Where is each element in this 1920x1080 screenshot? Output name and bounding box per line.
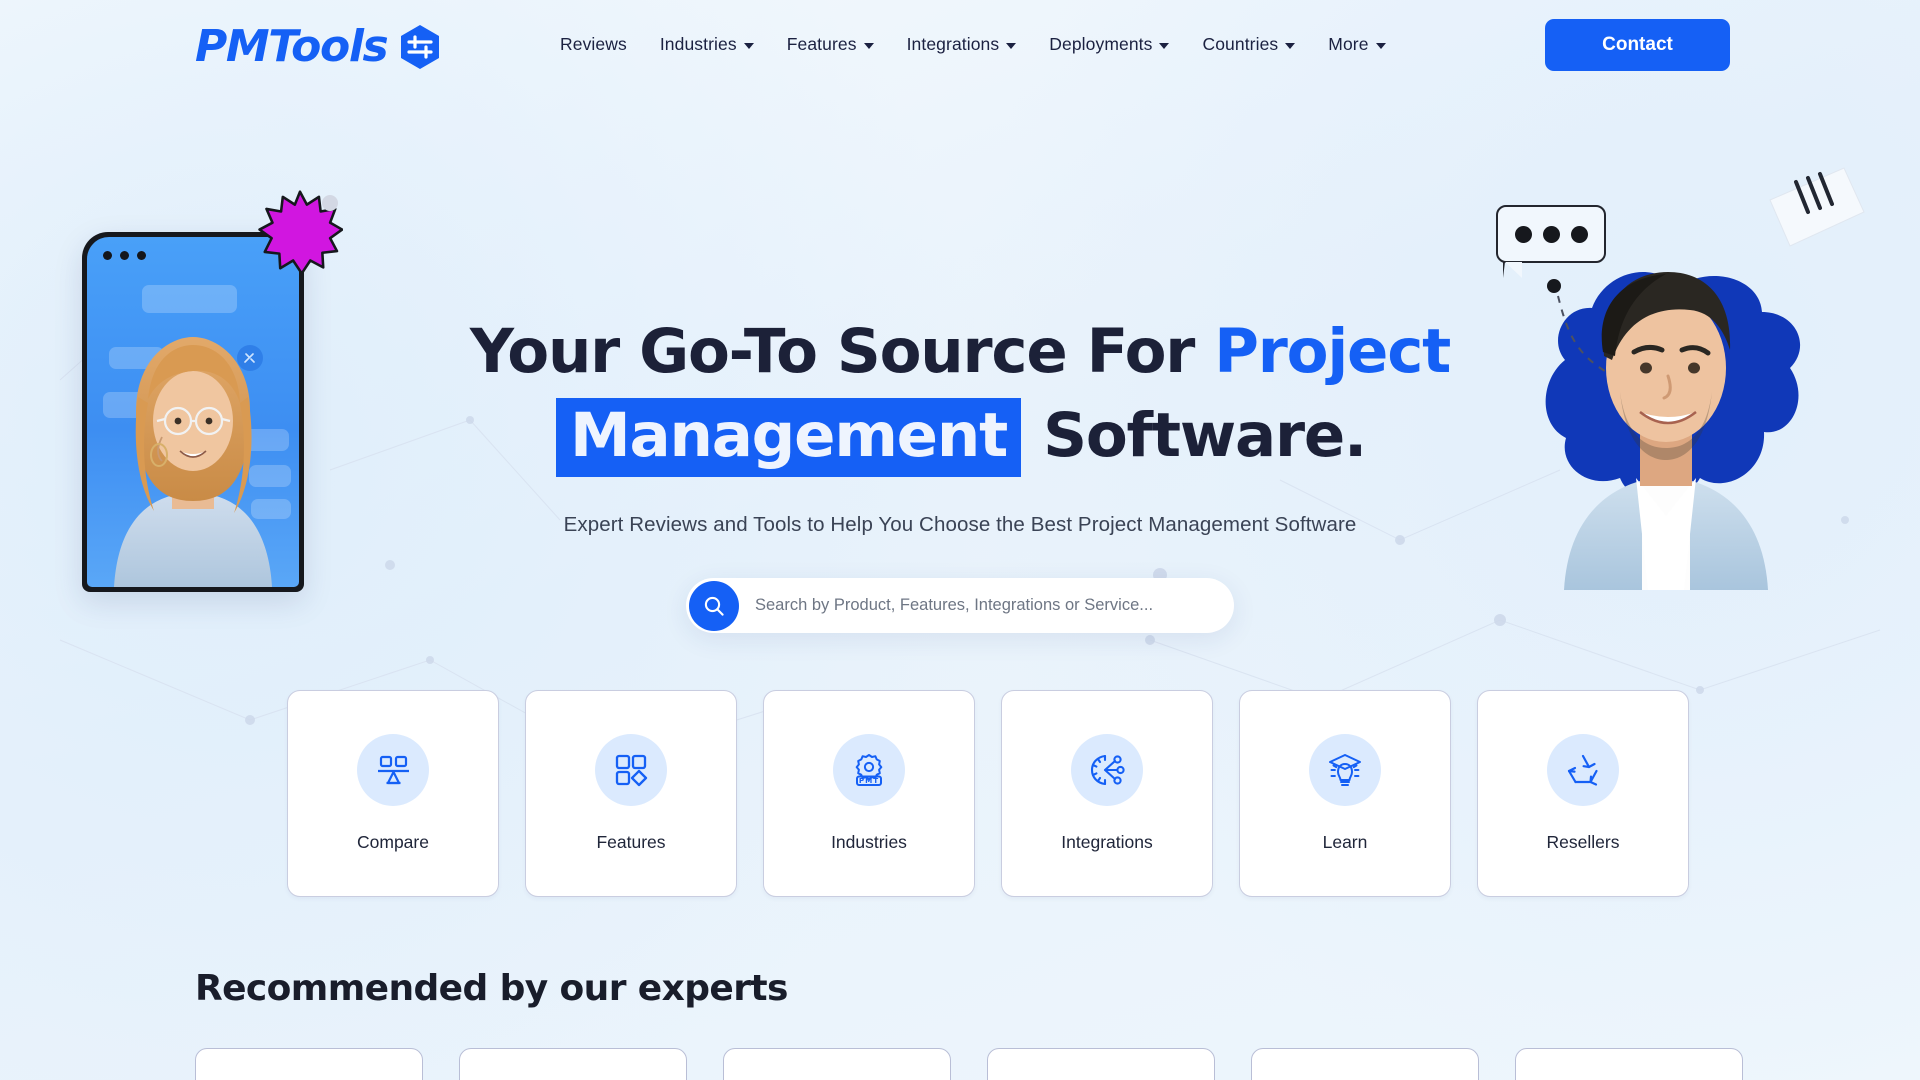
search-bar [686, 578, 1234, 633]
balance-scale-icon [357, 734, 429, 806]
nav-label: Deployments [1049, 34, 1153, 54]
nav-label: More [1328, 34, 1369, 54]
chevron-down-icon [743, 43, 754, 49]
title-part-2: Software. [1023, 400, 1367, 471]
main-navigation: Reviews Industries Features Integrations… [560, 34, 1386, 55]
graduation-bulb-icon [1309, 734, 1381, 806]
recommended-card[interactable] [1251, 1048, 1479, 1080]
chevron-down-icon [1159, 43, 1170, 49]
four-shapes-icon [595, 734, 667, 806]
nav-label: Features [786, 34, 857, 54]
category-label: Learn [1322, 832, 1368, 852]
bubble-dot [1514, 225, 1532, 243]
nav-label: Integrations [906, 34, 1000, 54]
nav-item-integrations[interactable]: Integrations [907, 34, 1017, 55]
recommended-card[interactable] [1515, 1048, 1743, 1080]
nav-item-industries[interactable]: Industries [660, 34, 754, 55]
nav-item-reviews[interactable]: Reviews [560, 34, 627, 55]
hexagon-slider-icon [401, 24, 440, 69]
gear-network-icon [1071, 734, 1143, 806]
title-part-1: Your Go-To Source For [469, 316, 1215, 387]
nav-label: Reviews [560, 34, 627, 54]
recycle-arrows-icon [1547, 734, 1619, 806]
bubble-dot [1542, 225, 1560, 243]
recommended-card[interactable] [459, 1048, 687, 1080]
nav-label: Countries [1202, 34, 1279, 54]
title-highlight-blue: Project [1214, 316, 1451, 387]
bubble-dot [1570, 225, 1588, 243]
chevron-down-icon [1375, 43, 1386, 49]
recommended-section-title: Recommended by our experts [195, 968, 788, 1009]
ui-chip [142, 285, 237, 313]
logo[interactable]: PMTools [195, 21, 441, 72]
search-input[interactable] [755, 596, 1214, 615]
nav-item-features[interactable]: Features [787, 34, 874, 55]
phone-camera-dots [103, 251, 146, 260]
search-button[interactable] [689, 580, 739, 631]
category-label: Compare [357, 832, 429, 852]
page-title: Your Go-To Source For Project Management… [0, 310, 1920, 478]
chevron-down-icon [1285, 43, 1296, 49]
recommended-cards [195, 1048, 1743, 1080]
recommended-card[interactable] [987, 1048, 1215, 1080]
category-card-resellers[interactable]: Resellers [1477, 690, 1689, 897]
category-card-learn[interactable]: Learn [1239, 690, 1451, 897]
site-header: PMTools Reviews Industries Features Inte… [0, 0, 1920, 100]
search-icon [704, 596, 724, 616]
hero-subtitle: Expert Reviews and Tools to Help You Cho… [563, 513, 1357, 536]
svg-text:PMT: PMT [859, 776, 879, 785]
nav-item-deployments[interactable]: Deployments [1049, 34, 1170, 55]
category-card-industries[interactable]: PMT Industries [763, 690, 975, 897]
category-label: Integrations [1061, 832, 1153, 852]
decorative-dot [322, 195, 338, 211]
logo-text: PMTools [195, 21, 389, 72]
category-label: Industries [831, 832, 907, 852]
gear-pmt-icon: PMT [833, 734, 905, 806]
category-label: Resellers [1546, 832, 1620, 852]
nav-label: Industries [659, 34, 737, 54]
speech-bubble-three-dots [1496, 205, 1606, 278]
category-label: Features [596, 832, 666, 852]
recommended-card[interactable] [195, 1048, 423, 1080]
category-card-integrations[interactable]: Integrations [1001, 690, 1213, 897]
landing-page: PMTools Reviews Industries Features Inte… [0, 0, 1920, 1080]
recommended-card[interactable] [723, 1048, 951, 1080]
category-card-features[interactable]: Features [525, 690, 737, 897]
nav-item-more[interactable]: More [1328, 34, 1386, 55]
category-card-compare[interactable]: Compare [287, 690, 499, 897]
title-highlight-box: Management [556, 398, 1022, 477]
chevron-down-icon [1006, 43, 1017, 49]
category-cards: Compare Features PMT Industries Integrat… [287, 690, 1689, 897]
chevron-down-icon [863, 43, 874, 49]
contact-button[interactable]: Contact [1545, 19, 1730, 71]
nav-item-countries[interactable]: Countries [1202, 34, 1296, 55]
